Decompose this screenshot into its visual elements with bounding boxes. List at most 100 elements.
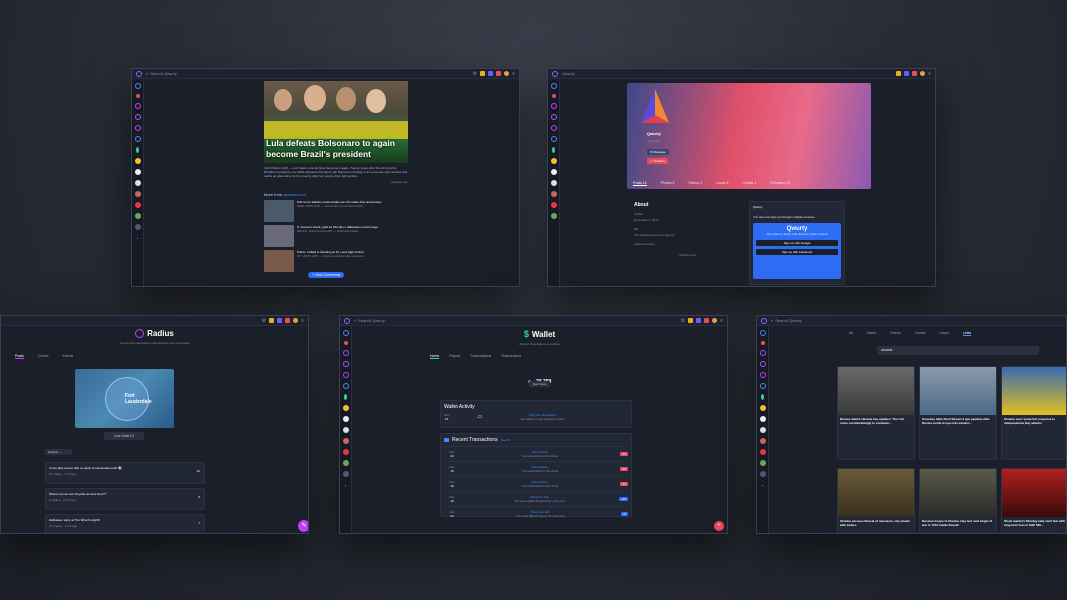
tab-search[interactable]: Loops bbox=[939, 331, 949, 336]
radius-post[interactable]: Come play soccer with us down at Oceansi… bbox=[45, 462, 205, 484]
search-result-card[interactable]: Germany halts Nord Stream 2 gas pipeline… bbox=[919, 366, 997, 460]
notification-icon[interactable] bbox=[896, 71, 902, 76]
article-headline[interactable]: Lula defeats Bolsonaro to again become B… bbox=[266, 138, 406, 160]
facebook-signup-button[interactable]: Sign up with Facebook bbox=[756, 249, 838, 255]
profile-avatar[interactable] bbox=[641, 89, 669, 125]
avatar-icon[interactable] bbox=[759, 427, 766, 433]
search-result-card[interactable]: Ukraine sees 'powerful' response to Inde… bbox=[1001, 366, 1066, 460]
transaction-row[interactable]: Nov 19 Subscription You subscribed to the c… bbox=[444, 476, 628, 491]
compose-button[interactable]: ✎ bbox=[298, 520, 308, 532]
notification-icon[interactable] bbox=[480, 71, 486, 76]
chevron-down-icon[interactable]: ⌄ bbox=[136, 235, 139, 240]
news-thumbnail[interactable] bbox=[264, 225, 294, 247]
live-chat-button[interactable]: Live Chat 12 bbox=[104, 432, 144, 440]
dollar-icon[interactable] bbox=[344, 394, 347, 400]
helmet-icon[interactable] bbox=[550, 158, 557, 164]
search-result-card[interactable]: Russian troops in Ukraine may test next … bbox=[919, 468, 997, 533]
helmet-icon[interactable] bbox=[759, 405, 766, 411]
dollar-icon[interactable] bbox=[136, 147, 139, 153]
avatar-icon[interactable] bbox=[759, 460, 766, 466]
home-icon[interactable] bbox=[550, 83, 557, 89]
umbrella-icon[interactable] bbox=[759, 416, 766, 422]
post-title[interactable]: Halloween party at The Wharf tonight!! bbox=[49, 518, 201, 522]
tab-wallet[interactable]: Subscriptions bbox=[470, 354, 491, 359]
tab-radius[interactable]: Events bbox=[62, 354, 73, 359]
chevron-down-icon[interactable]: ⌄ bbox=[761, 482, 764, 487]
clock-icon[interactable] bbox=[342, 383, 349, 389]
article-image[interactable]: Lula defeats Bolsonaro to again become B… bbox=[264, 81, 408, 163]
dollar-icon[interactable] bbox=[552, 147, 555, 153]
avatar-icon[interactable] bbox=[342, 427, 349, 433]
transaction-row[interactable]: Nov 19 Received Gift You were gifted 20 gem… bbox=[444, 491, 628, 506]
link-icon[interactable] bbox=[135, 94, 140, 98]
tab-profile[interactable]: Videos 3 bbox=[688, 181, 702, 186]
logo-icon[interactable] bbox=[136, 70, 142, 77]
avatar-icon[interactable] bbox=[342, 471, 349, 477]
list-item[interactable]: S. Korea in shock, grief as 153 die in H… bbox=[264, 225, 408, 247]
transaction-row[interactable]: Nov 03 Received Gift You were gifted 5 gems… bbox=[444, 506, 628, 521]
menu-icon[interactable]: ≡ bbox=[928, 71, 931, 77]
result-title[interactable]: Stock market's Monday rally can't last w… bbox=[1002, 517, 1066, 529]
avatar[interactable] bbox=[920, 71, 926, 76]
chat-icon[interactable] bbox=[134, 103, 141, 109]
radius-icon[interactable] bbox=[550, 125, 557, 131]
search-result-card[interactable]: Stock market's Monday rally can't last w… bbox=[1001, 468, 1066, 533]
tab-radius[interactable]: Posts bbox=[15, 354, 24, 359]
avatar[interactable] bbox=[293, 318, 299, 323]
avatar-icon[interactable] bbox=[550, 180, 557, 186]
message-button[interactable]: ✉ Message bbox=[647, 149, 669, 155]
result-title[interactable]: Russia retains Ukraine live updates: The… bbox=[838, 415, 914, 427]
tab-radius[interactable]: Circles bbox=[38, 354, 49, 359]
home-icon[interactable] bbox=[759, 330, 766, 336]
result-thumbnail[interactable] bbox=[838, 469, 914, 517]
menu-icon[interactable]: ≡ bbox=[512, 71, 515, 77]
list-item[interactable]: 9/11 terror attacks condemnation as US m… bbox=[264, 200, 408, 222]
message-icon[interactable] bbox=[904, 71, 910, 76]
chat-icon[interactable] bbox=[759, 350, 766, 356]
tab-search[interactable]: Videos bbox=[890, 331, 901, 336]
message-icon[interactable] bbox=[696, 318, 702, 323]
notification-icon[interactable] bbox=[269, 318, 275, 323]
tab-profile[interactable]: Loops 6 bbox=[716, 181, 728, 186]
avatar-icon[interactable] bbox=[342, 449, 349, 455]
avatar-icon[interactable] bbox=[550, 213, 557, 219]
search-input[interactable]: Search Qwurty bbox=[775, 318, 801, 323]
search-result-card[interactable]: Ukraine accuses Russia of massacre, city… bbox=[837, 468, 915, 533]
tab-search[interactable]: Users bbox=[867, 331, 876, 336]
chevron-down-icon[interactable]: ⌄ bbox=[344, 482, 347, 487]
menu-icon[interactable]: ≡ bbox=[301, 318, 304, 324]
avatar-icon[interactable] bbox=[134, 180, 141, 186]
result-thumbnail[interactable] bbox=[1002, 367, 1066, 415]
logo-icon[interactable] bbox=[761, 317, 767, 324]
planet-icon[interactable] bbox=[759, 361, 766, 367]
gift-icon[interactable] bbox=[704, 318, 710, 323]
tab-search[interactable]: Circles bbox=[915, 331, 926, 336]
result-title[interactable]: Russian troops in Ukraine may test next … bbox=[920, 517, 996, 529]
tab-profile[interactable]: Followers 25 bbox=[770, 181, 790, 186]
tab-search[interactable]: Links bbox=[962, 331, 972, 336]
post-title[interactable]: Where can we rent bicycles around here?? bbox=[49, 492, 201, 496]
link-icon[interactable] bbox=[760, 341, 765, 345]
search-result-card[interactable]: Russia retains Ukraine live updates: The… bbox=[837, 366, 915, 460]
settings-icon[interactable]: ⚙ bbox=[681, 318, 685, 324]
get-coins-button[interactable]: Get Coins bbox=[529, 381, 551, 387]
clock-icon[interactable] bbox=[550, 136, 557, 142]
tab-wallet[interactable]: Home bbox=[430, 354, 440, 359]
gift-icon[interactable] bbox=[912, 71, 918, 76]
google-signup-button[interactable]: Sign up with Google bbox=[756, 240, 838, 246]
unfollow-button[interactable]: ✓ Unfollow bbox=[647, 158, 668, 164]
logo-icon[interactable] bbox=[344, 317, 350, 324]
avatar-icon[interactable] bbox=[759, 449, 766, 455]
radius-icon[interactable] bbox=[134, 125, 141, 131]
planet-icon[interactable] bbox=[550, 114, 557, 120]
home-icon[interactable] bbox=[134, 83, 141, 89]
news-thumbnail[interactable] bbox=[264, 200, 294, 222]
more-from-source[interactable]: apnews.com bbox=[283, 192, 305, 197]
home-icon[interactable] bbox=[342, 330, 349, 336]
umbrella-icon[interactable] bbox=[134, 169, 141, 175]
result-thumbnail[interactable] bbox=[1002, 469, 1066, 517]
result-title[interactable]: Ukraine accuses Russia of massacre, city… bbox=[838, 517, 914, 529]
article-source[interactable]: apnews.com bbox=[264, 180, 408, 184]
transaction-row[interactable]: Nov 19 Subscription You subscribed to the c… bbox=[444, 446, 628, 461]
search-query-input[interactable]: ukraine bbox=[877, 346, 1039, 355]
